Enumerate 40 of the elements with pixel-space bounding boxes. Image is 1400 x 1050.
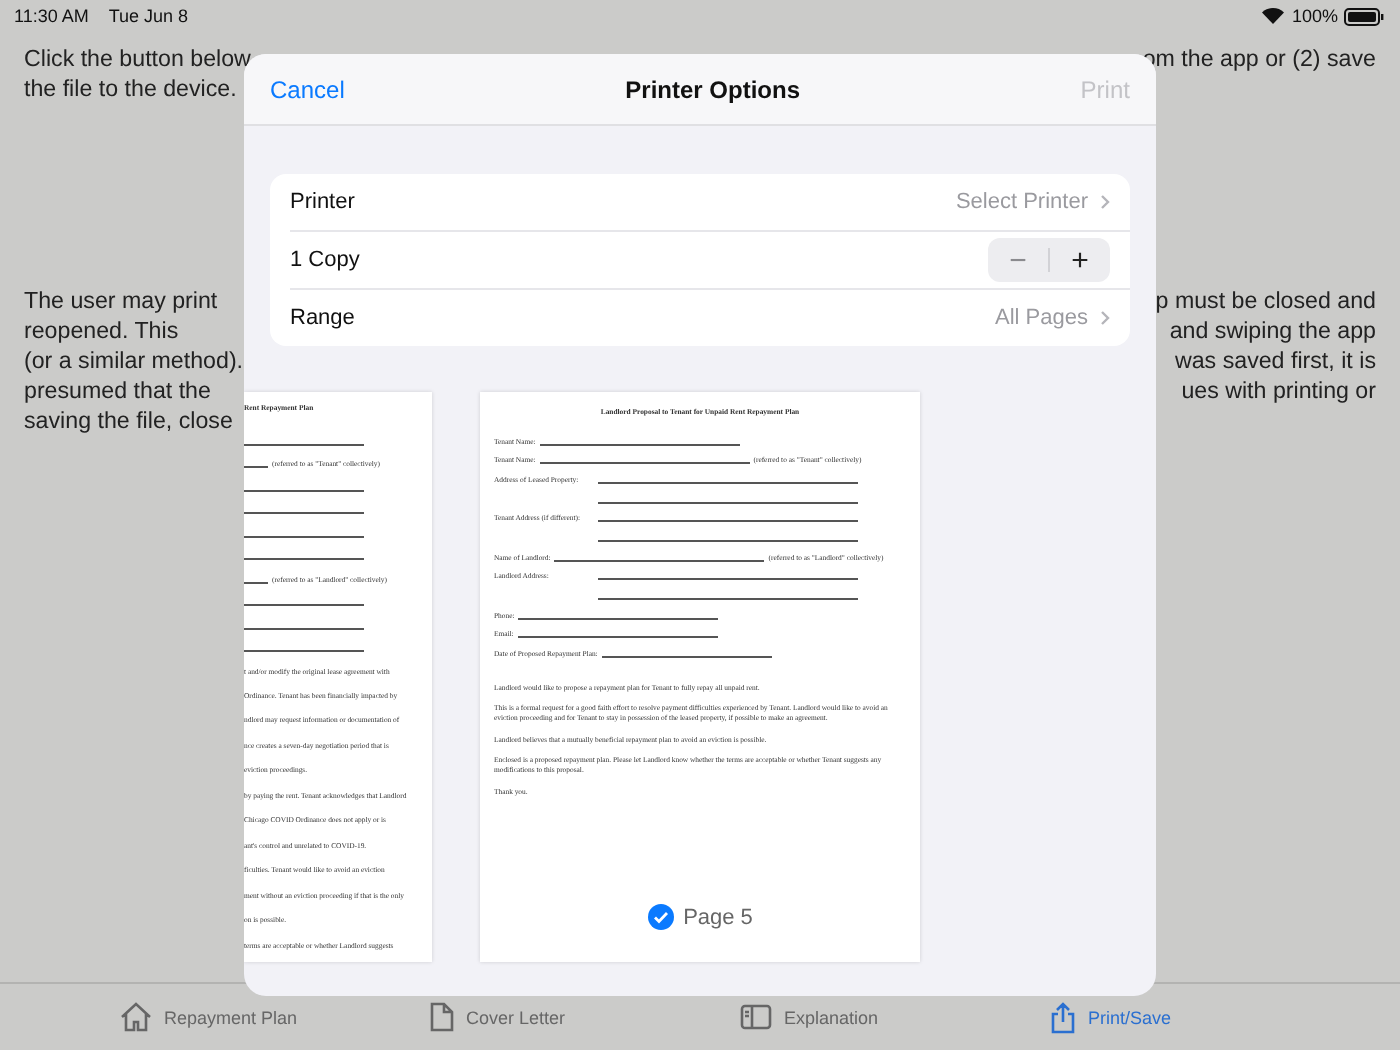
decrement-button[interactable]: − bbox=[988, 238, 1048, 282]
instruction-text: and swiping the app bbox=[1169, 318, 1376, 344]
battery-icon bbox=[1344, 7, 1384, 25]
instruction-text: Click the button below bbox=[24, 46, 251, 72]
document-icon bbox=[430, 1002, 454, 1032]
tab-bar-item[interactable]: Repayment Plan bbox=[120, 1002, 430, 1032]
sidebar-icon bbox=[740, 1004, 772, 1030]
chevron-icon bbox=[1100, 310, 1110, 326]
battery-percent: 100% bbox=[1291, 6, 1338, 26]
tab-bar-item[interactable]: Print/Save bbox=[1050, 1001, 1360, 1033]
page-preview[interactable] bbox=[480, 392, 920, 962]
tab-bar-item[interactable]: Explanation bbox=[740, 1004, 1050, 1030]
instruction-text: p must be closed and bbox=[1155, 288, 1376, 314]
house-icon bbox=[120, 1002, 152, 1032]
chevron-icon bbox=[1100, 194, 1110, 210]
status-time: 11:30 AM bbox=[14, 6, 89, 26]
instruction-text: the file to the device. bbox=[24, 76, 237, 102]
option-row[interactable]: Printer Select Printer bbox=[290, 174, 1130, 230]
wifi-icon bbox=[1261, 8, 1284, 24]
blank-line bbox=[244, 598, 364, 606]
tab-bar-item[interactable]: Cover Letter bbox=[430, 1002, 740, 1032]
copies-label: 1 Copy bbox=[290, 248, 360, 272]
share-icon bbox=[1050, 1001, 1076, 1033]
page-label: Page 5 bbox=[683, 905, 753, 929]
instruction-text: The user may print bbox=[24, 288, 218, 314]
instruction-text: was saved first, it is bbox=[1174, 348, 1376, 374]
blank-line bbox=[244, 506, 364, 514]
instruction-text: presumed that the bbox=[24, 378, 211, 404]
instruction-text: ues with printing or bbox=[1181, 378, 1376, 404]
instruction-text: (or a similar method). bbox=[24, 348, 244, 374]
page-preview[interactable] bbox=[244, 392, 432, 962]
dialog-title: Printer Options bbox=[625, 75, 800, 103]
status-date: Tue Jun 8 bbox=[108, 6, 189, 26]
blank-line bbox=[244, 552, 364, 560]
blank-line bbox=[244, 644, 364, 652]
increment-button[interactable]: + bbox=[1050, 238, 1110, 282]
option-row[interactable]: Range All Pages bbox=[290, 288, 1130, 346]
cancel-button[interactable]: Cancel bbox=[270, 75, 345, 103]
instruction-text: reopened. This bbox=[24, 318, 179, 344]
instruction-text: saving the file, close bbox=[24, 408, 233, 434]
